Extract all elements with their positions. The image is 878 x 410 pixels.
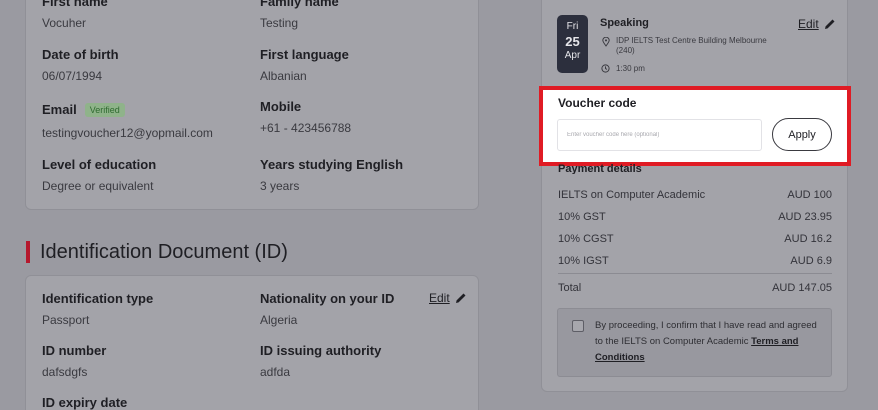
verified-badge: Verified <box>84 103 125 117</box>
payment-row-label: 10% CGST <box>558 233 614 245</box>
location-pin-icon <box>602 37 610 47</box>
dob-value: 06/07/1994 <box>42 69 103 83</box>
id-authority-label: ID issuing authority <box>260 343 382 358</box>
id-section-title: Identification Document (ID) <box>40 241 288 263</box>
first-language-label: First language <box>260 47 349 62</box>
payment-total-value: AUD 147.05 <box>772 282 832 294</box>
id-authority-value: adfda <box>260 365 291 379</box>
date-badge: Fri 25 Apr <box>557 15 588 73</box>
mobile-label: Mobile <box>260 99 302 114</box>
nationality-label: Nationality on your ID <box>260 291 395 306</box>
pencil-icon <box>455 293 466 303</box>
consent-text: By proceeding, I confirm that I have rea… <box>595 318 820 366</box>
pencil-icon <box>824 19 835 29</box>
payment-total-row: Total AUD 147.05 <box>558 282 832 294</box>
id-edit-link[interactable]: Edit <box>429 291 467 305</box>
consent-checkbox[interactable] <box>572 320 584 332</box>
payment-row-value: AUD 6.9 <box>790 255 832 267</box>
payment-row: 10% IGST AUD 6.9 <box>558 255 832 267</box>
first-language-value: Albanian <box>260 69 307 83</box>
date-month: Apr <box>564 50 581 61</box>
family-name-label: Family name <box>260 0 339 9</box>
payment-row: 10% CGST AUD 16.2 <box>558 233 832 245</box>
speaking-edit-label: Edit <box>798 17 819 31</box>
id-edit-label: Edit <box>429 291 450 305</box>
id-type-label: Identification type <box>42 291 154 306</box>
date-dow: Fri <box>566 21 579 32</box>
payment-row: 10% GST AUD 23.95 <box>558 211 832 223</box>
nationality-value: Algeria <box>260 313 298 327</box>
email-value: testingvoucher12@yopmail.com <box>42 126 213 140</box>
id-expiry-label: ID expiry date <box>42 395 128 410</box>
payment-row-label: IELTS on Computer Academic <box>558 189 706 201</box>
education-value: Degree or equivalent <box>42 179 154 193</box>
highlight-outline <box>539 86 851 166</box>
family-name-value: Testing <box>260 16 299 30</box>
payment-row-value: AUD 23.95 <box>778 211 832 223</box>
years-english-value: 3 years <box>260 179 300 193</box>
id-number-value: dafsdgfs <box>42 365 88 379</box>
first-name-label: First name <box>42 0 108 9</box>
payment-row: IELTS on Computer Academic AUD 100 <box>558 189 832 201</box>
speaking-title: Speaking <box>600 17 649 29</box>
mobile-value: +61 - 423456788 <box>260 121 352 135</box>
dob-label: Date of birth <box>42 47 119 62</box>
education-label: Level of education <box>42 157 157 172</box>
years-english-label: Years studying English <box>260 157 404 172</box>
id-type-value: Passport <box>42 313 90 327</box>
section-accent-bar <box>26 241 30 263</box>
speaking-location: IDP IELTS Test Centre Building Melbourne… <box>616 36 767 55</box>
email-label-text: Email <box>42 102 77 117</box>
first-name-value: Vocuher <box>42 16 87 30</box>
payment-divider <box>558 273 832 274</box>
email-label: Email Verified <box>42 102 125 117</box>
clock-icon <box>601 64 610 73</box>
id-number-label: ID number <box>42 343 107 358</box>
payment-row-label: 10% GST <box>558 211 606 223</box>
date-day: 25 <box>565 34 580 49</box>
payment-row-label: 10% IGST <box>558 255 609 267</box>
speaking-time: 1:30 pm <box>616 64 645 73</box>
payment-row-value: AUD 100 <box>787 189 832 201</box>
payment-title: Payment details <box>558 163 642 174</box>
payment-total-label: Total <box>558 282 582 294</box>
payment-row-value: AUD 16.2 <box>784 233 832 245</box>
speaking-edit-link[interactable]: Edit <box>798 17 836 31</box>
